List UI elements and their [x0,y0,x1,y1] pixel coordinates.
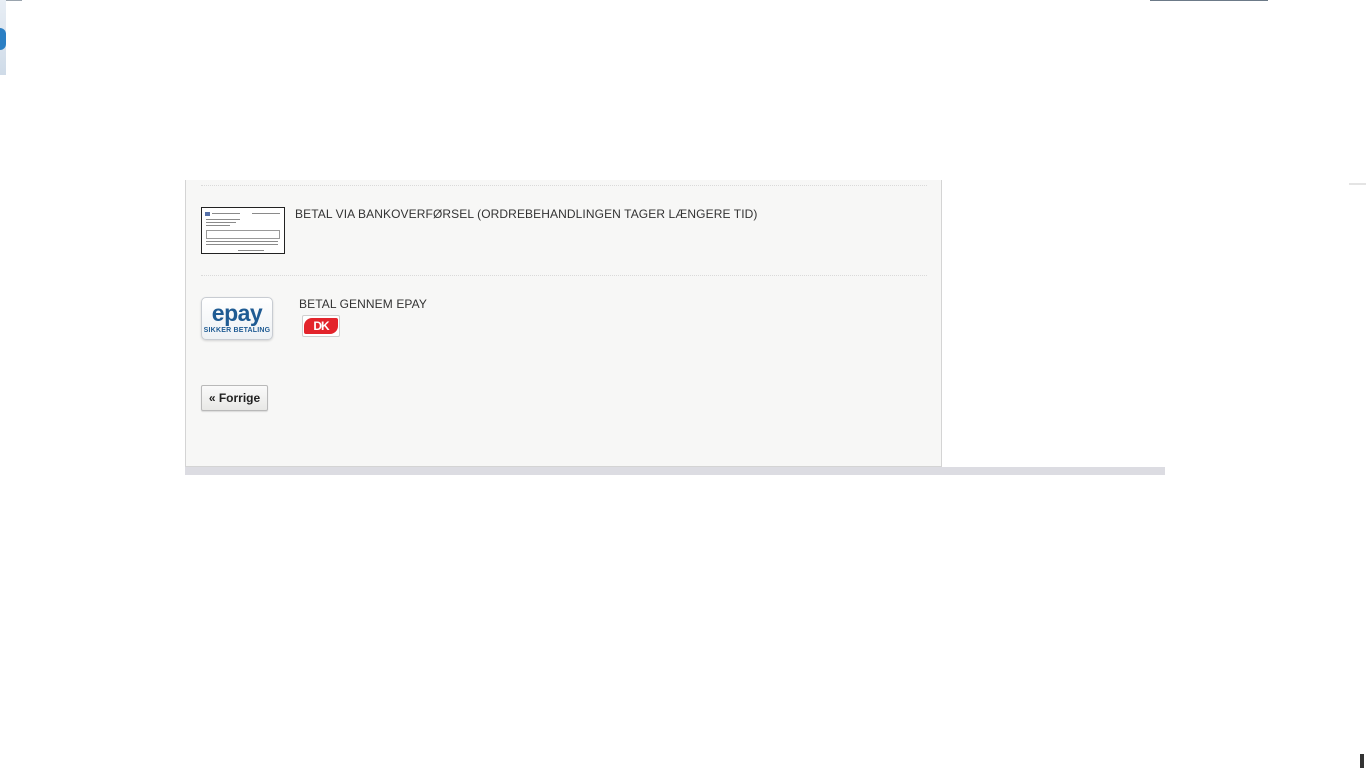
epay-logo-word: epay [211,300,263,326]
circle-icon [0,28,6,50]
top-divider-right [1150,0,1268,1]
divider [201,185,927,186]
payment-method-bank-transfer[interactable]: BETAL VIA BANKOVERFØRSEL (ORDREBEHANDLIN… [201,207,758,254]
payment-panel: BETAL VIA BANKOVERFØRSEL (ORDREBEHANDLIN… [185,180,942,467]
divider [201,275,927,276]
right-edge-tick [1349,183,1366,185]
previous-button[interactable]: « Forrige [201,385,268,411]
dankort-icon: DK [302,315,340,337]
top-divider-left [6,0,22,1]
corner-marker [1360,754,1364,768]
panel-footer-bar [185,467,1165,475]
epay-logo: epay SIKKER BETALING [201,297,273,340]
page: BETAL VIA BANKOVERFØRSEL (ORDREBEHANDLIN… [0,0,1366,768]
dankort-text: DK [304,318,338,334]
payment-method-label: BETAL GENNEM EPAY [299,297,427,311]
payment-method-label: BETAL VIA BANKOVERFØRSEL (ORDREBEHANDLIN… [295,207,758,221]
payment-method-epay[interactable]: epay SIKKER BETALING BETAL GENNEM EPAY D… [201,297,427,340]
epay-logo-tagline: SIKKER BETALING [203,327,271,334]
epay-details: BETAL GENNEM EPAY DK [299,297,427,337]
bank-transfer-invoice-icon [201,207,285,254]
browser-edge-artifact [0,0,6,75]
